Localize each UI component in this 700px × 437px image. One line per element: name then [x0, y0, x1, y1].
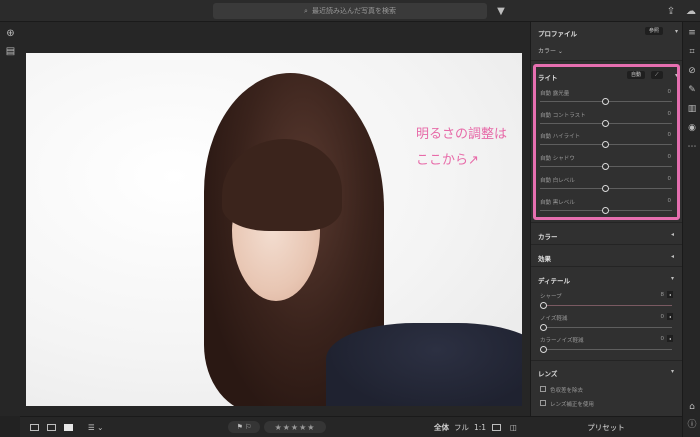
photo-preview[interactable]: 明るさの調整は ここから↗	[26, 53, 522, 406]
search-icon: ⌕	[304, 6, 308, 15]
grid-view-button[interactable]	[30, 422, 39, 433]
lens-correction-checkbox[interactable]	[540, 400, 546, 406]
exposure-knob[interactable]	[602, 98, 609, 105]
effects-chevron-icon[interactable]: ◂	[671, 253, 674, 260]
blacks-value[interactable]: 0	[668, 198, 672, 204]
contrast-label: 自動 コントラスト	[540, 113, 586, 119]
compare-icon[interactable]	[492, 422, 501, 433]
contrast-value[interactable]: 0	[668, 111, 672, 117]
gradient-icon[interactable]: ▥	[687, 104, 697, 114]
noise-expand-button[interactable]: ◂	[667, 313, 673, 320]
remove-ca-checkbox[interactable]	[540, 386, 546, 392]
shadows-value[interactable]: 0	[668, 154, 672, 160]
filter-icon[interactable]: ▼	[494, 4, 508, 18]
presets-button[interactable]: プリセット	[530, 416, 682, 437]
color-noise-value[interactable]: 0	[661, 336, 665, 342]
add-photos-icon[interactable]: ⊕	[5, 28, 16, 39]
sharpen-knob[interactable]	[540, 302, 547, 309]
divider	[531, 60, 683, 61]
annotation-line-2: ここから↗	[416, 153, 479, 168]
profile-browse-button[interactable]: 参照	[645, 27, 664, 35]
noise-slider[interactable]	[540, 327, 672, 328]
color-chevron-icon[interactable]: ◂	[671, 231, 674, 238]
healing-icon[interactable]: ⊘	[687, 66, 697, 76]
color-noise-slider[interactable]	[540, 349, 672, 350]
divider	[531, 360, 683, 361]
light-curve-icon[interactable]: ⟋	[651, 71, 663, 79]
right-toolbar: ≡ ⌗ ⊘ ✎ ▥ ◉ ⋯ ⌂ ⓘ	[682, 22, 700, 437]
noise-label: ノイズ軽減	[540, 316, 568, 322]
remove-ca-label: 色収差を除去	[550, 388, 584, 394]
tag-icon[interactable]: ⌂	[687, 402, 697, 412]
top-bar: ⌕ 最近読み込んだ写真を検索 ▼ ⇪ ☁	[0, 0, 700, 22]
more-icon[interactable]: ⋯	[687, 142, 697, 152]
lens-correction-label: レンズ補正を使用	[550, 402, 594, 408]
search-placeholder: 最近読み込んだ写真を検索	[311, 7, 396, 15]
sort-icon[interactable]: ☰ ⌄	[88, 422, 103, 433]
sharpen-label: シャープ	[540, 294, 562, 300]
sharpen-value[interactable]: 8	[661, 292, 665, 298]
highlights-knob[interactable]	[602, 141, 609, 148]
highlights-value[interactable]: 0	[668, 132, 672, 138]
effects-section-title[interactable]: 効果	[538, 253, 551, 263]
divider	[531, 266, 683, 267]
cloud-icon[interactable]: ☁	[684, 4, 698, 18]
exposure-value[interactable]: 0	[668, 89, 672, 95]
highlights-label: 自動 ハイライト	[540, 134, 581, 140]
lens-section-title[interactable]: レンズ	[538, 368, 557, 378]
profile-title: プロファイル	[538, 30, 577, 38]
exposure-label: 自動 露光量	[540, 91, 570, 97]
split-view-icon[interactable]: ◫	[510, 422, 517, 433]
blacks-knob[interactable]	[602, 207, 609, 214]
shadows-knob[interactable]	[602, 163, 609, 170]
detail-chevron-icon[interactable]: ▾	[671, 275, 674, 282]
flag-buttons[interactable]: ⚑ ⚐	[228, 421, 260, 433]
radial-filter-icon[interactable]: ◉	[687, 123, 697, 133]
star-rating[interactable]: ★★★★★	[264, 421, 326, 433]
noise-value[interactable]: 0	[661, 314, 665, 320]
library-icon[interactable]: ▤	[5, 46, 16, 57]
left-toolbar: ⊕ ▤	[0, 22, 20, 416]
lens-chevron-icon[interactable]: ▾	[671, 368, 674, 375]
detail-view-button[interactable]	[64, 422, 73, 433]
edit-sliders-icon[interactable]: ≡	[687, 28, 697, 38]
divider	[531, 222, 683, 223]
sharpen-slider[interactable]	[540, 305, 672, 306]
color-noise-knob[interactable]	[540, 346, 547, 353]
detail-section-title[interactable]: ディテール	[538, 275, 570, 285]
profile-chevron-icon[interactable]: ▾	[675, 28, 678, 35]
square-grid-button[interactable]	[47, 422, 56, 433]
color-noise-label: カラーノイズ軽減	[540, 338, 584, 344]
blacks-label: 自動 黒レベル	[540, 200, 575, 206]
noise-knob[interactable]	[540, 324, 547, 331]
brush-icon[interactable]: ✎	[687, 85, 697, 95]
light-title: ライト	[538, 74, 558, 82]
crop-icon[interactable]: ⌗	[687, 47, 697, 57]
photo-clothing	[326, 323, 522, 406]
whites-knob[interactable]	[602, 185, 609, 192]
view-all-button[interactable]: 全体	[434, 422, 449, 433]
contrast-knob[interactable]	[602, 120, 609, 127]
whites-value[interactable]: 0	[668, 176, 672, 182]
view-full-button[interactable]: フル	[454, 422, 469, 433]
light-chevron-icon[interactable]: ▾	[675, 72, 678, 79]
bottom-toolbar: ☰ ⌄ ⚑ ⚐ ★★★★★ 全体 フル 1:1 ◫	[20, 416, 530, 437]
share-icon[interactable]: ⇪	[664, 4, 678, 18]
info-icon[interactable]: ⓘ	[687, 420, 697, 430]
profile-mode-dropdown[interactable]: カラー ⌄	[538, 46, 563, 55]
app-window: ⌕ 最近読み込んだ写真を検索 ▼ ⇪ ☁ ⊕ ▤ 明るさの調整は ここから↗ ☰…	[0, 0, 700, 437]
photo-canvas: 明るさの調整は ここから↗	[20, 22, 530, 416]
color-noise-expand-button[interactable]: ◂	[667, 335, 673, 342]
divider	[531, 244, 683, 245]
edit-panel: プロファイル 参照 ▾ カラー ⌄ ライト 自動 ⟋ ▾ 自動 露光量 0 自動…	[530, 22, 683, 416]
color-section-title[interactable]: カラー	[538, 231, 558, 241]
whites-label: 自動 白レベル	[540, 178, 575, 184]
light-auto-button[interactable]: 自動	[627, 71, 646, 79]
ratio-button[interactable]: 1:1	[474, 422, 486, 433]
annotation-line-1: 明るさの調整は	[416, 127, 508, 142]
search-bar[interactable]: ⌕ 最近読み込んだ写真を検索	[213, 3, 487, 19]
sharpen-expand-button[interactable]: ◂	[667, 291, 673, 298]
shadows-label: 自動 シャドウ	[540, 156, 575, 162]
